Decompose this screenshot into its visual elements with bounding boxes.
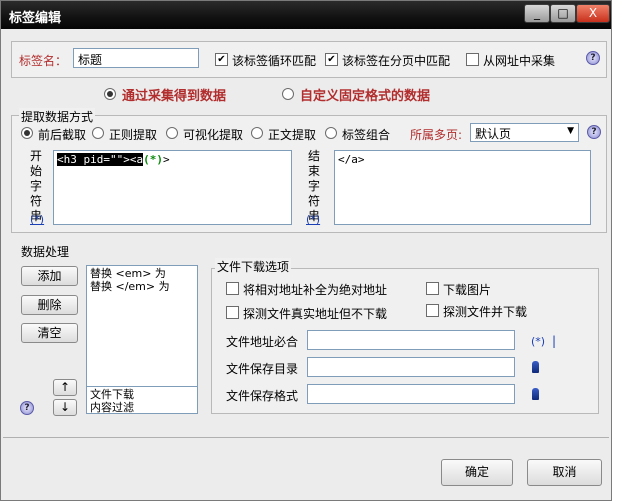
rule-item[interactable]: 替换 </em> 为 [90, 280, 194, 293]
tag-edit-dialog: 标签编辑 _ □ X 标签名： 标题 ✔ 该标签循环匹配 ✔ 该标签在分页中匹配… [0, 0, 612, 501]
paging-match-label: 该标签在分页中匹配 [342, 54, 451, 68]
extract-option-radio-4[interactable] [325, 127, 337, 139]
title-bar[interactable]: 标签编辑 _ □ X [1, 1, 611, 29]
text-cursor: | [552, 334, 557, 348]
extract-option-radio-3[interactable] [251, 127, 263, 139]
must-contain-input[interactable] [307, 330, 515, 350]
help-icon[interactable]: ? [20, 401, 34, 415]
extract-option-label-3: 正文提取 [268, 128, 317, 142]
window-title: 标签编辑 [9, 11, 62, 26]
extract-option-radio-0[interactable] [21, 127, 33, 139]
extract-option-radio-1[interactable] [92, 127, 104, 139]
close-button[interactable]: X [576, 4, 610, 23]
footer-divider [3, 437, 609, 438]
pin-icon[interactable] [532, 388, 539, 400]
must-contain-wildcard-link[interactable]: (*) [531, 335, 545, 348]
move-up-button[interactable]: ↑ [53, 379, 77, 396]
save-dir-label: 文件保存目录 [226, 362, 299, 376]
processing-section-title: 数据处理 [21, 245, 70, 259]
multipage-select-value: 默认页 [475, 127, 512, 141]
ok-button[interactable]: 确定 [441, 459, 513, 486]
loop-match-checkbox[interactable]: ✔ [215, 53, 228, 66]
must-contain-label: 文件地址必合 [226, 335, 299, 349]
help-icon[interactable]: ? [587, 125, 601, 139]
detect-real-label: 探测文件真实地址但不下载 [243, 307, 388, 321]
mode-collect-label: 通过采集得到数据 [122, 89, 227, 104]
add-button[interactable]: 添加 [21, 266, 78, 286]
start-string-selected: <h3 pid=""><a [57, 153, 144, 166]
save-format-input[interactable] [307, 384, 515, 404]
start-string-token: (*) [143, 153, 163, 166]
minimize-button[interactable]: _ [524, 4, 550, 23]
download-images-checkbox[interactable] [426, 282, 439, 295]
rule-item[interactable]: 替换 <em> 为 [90, 267, 194, 280]
start-wildcard-link[interactable]: (*) [30, 213, 44, 226]
mode-custom-label: 自定义固定格式的数据 [300, 89, 431, 104]
detect-download-label: 探测文件并下载 [443, 305, 528, 319]
download-images-label: 下载图片 [443, 283, 492, 297]
multipage-label: 所属多页: [410, 128, 463, 142]
save-format-label: 文件保存格式 [226, 389, 299, 403]
move-down-button[interactable]: ↓ [53, 399, 77, 416]
detect-real-checkbox[interactable] [226, 306, 239, 319]
end-wildcard-link[interactable]: (*) [306, 213, 320, 226]
download-section-title: 文件下载选项 [215, 258, 292, 275]
tag-name-input[interactable]: 标题 [73, 48, 199, 68]
relative-to-absolute-checkbox[interactable] [226, 282, 239, 295]
loop-match-label: 该标签循环匹配 [232, 54, 317, 68]
relative-to-absolute-label: 将相对地址补全为绝对地址 [243, 283, 388, 297]
mode-collect-radio[interactable] [104, 88, 116, 100]
paging-match-checkbox[interactable]: ✔ [325, 53, 338, 66]
start-string-input[interactable]: <h3 pid=""><a(*)> [53, 150, 292, 225]
processing-bottom-list[interactable]: 文件下载 内容过滤 [86, 386, 198, 414]
maximize-button[interactable]: □ [550, 4, 576, 23]
extract-option-radio-2[interactable] [166, 127, 178, 139]
extract-section-title: 提取数据方式 [19, 108, 96, 125]
start-string-suffix: > [162, 153, 170, 166]
list-item-file-download[interactable]: 文件下载 [90, 388, 194, 401]
extract-option-label-0: 前后截取 [38, 128, 87, 142]
multipage-select[interactable]: 默认页 ▼ [470, 123, 579, 142]
tag-name-label: 标签名： [19, 54, 68, 68]
delete-button[interactable]: 删除 [21, 295, 78, 315]
extract-option-label-1: 正则提取 [109, 128, 158, 142]
end-string-value: </a> [338, 153, 365, 166]
from-url-checkbox[interactable] [466, 53, 479, 66]
pin-icon[interactable] [532, 361, 539, 373]
extract-option-label-2: 可视化提取 [183, 128, 244, 142]
clear-button[interactable]: 清空 [21, 323, 78, 343]
rules-list[interactable]: 替换 <em> 为 替换 </em> 为 [86, 265, 198, 387]
end-string-input[interactable]: </a> [334, 150, 591, 225]
mode-custom-radio[interactable] [282, 88, 294, 100]
save-dir-input[interactable] [307, 357, 515, 377]
list-item-content-filter[interactable]: 内容过滤 [90, 401, 194, 414]
from-url-label: 从网址中采集 [483, 54, 556, 68]
detect-download-checkbox[interactable] [426, 304, 439, 317]
cancel-button[interactable]: 取消 [527, 459, 602, 486]
help-icon[interactable]: ? [586, 51, 600, 65]
chevron-down-icon: ▼ [567, 126, 574, 136]
extract-option-label-4: 标签组合 [342, 128, 391, 142]
